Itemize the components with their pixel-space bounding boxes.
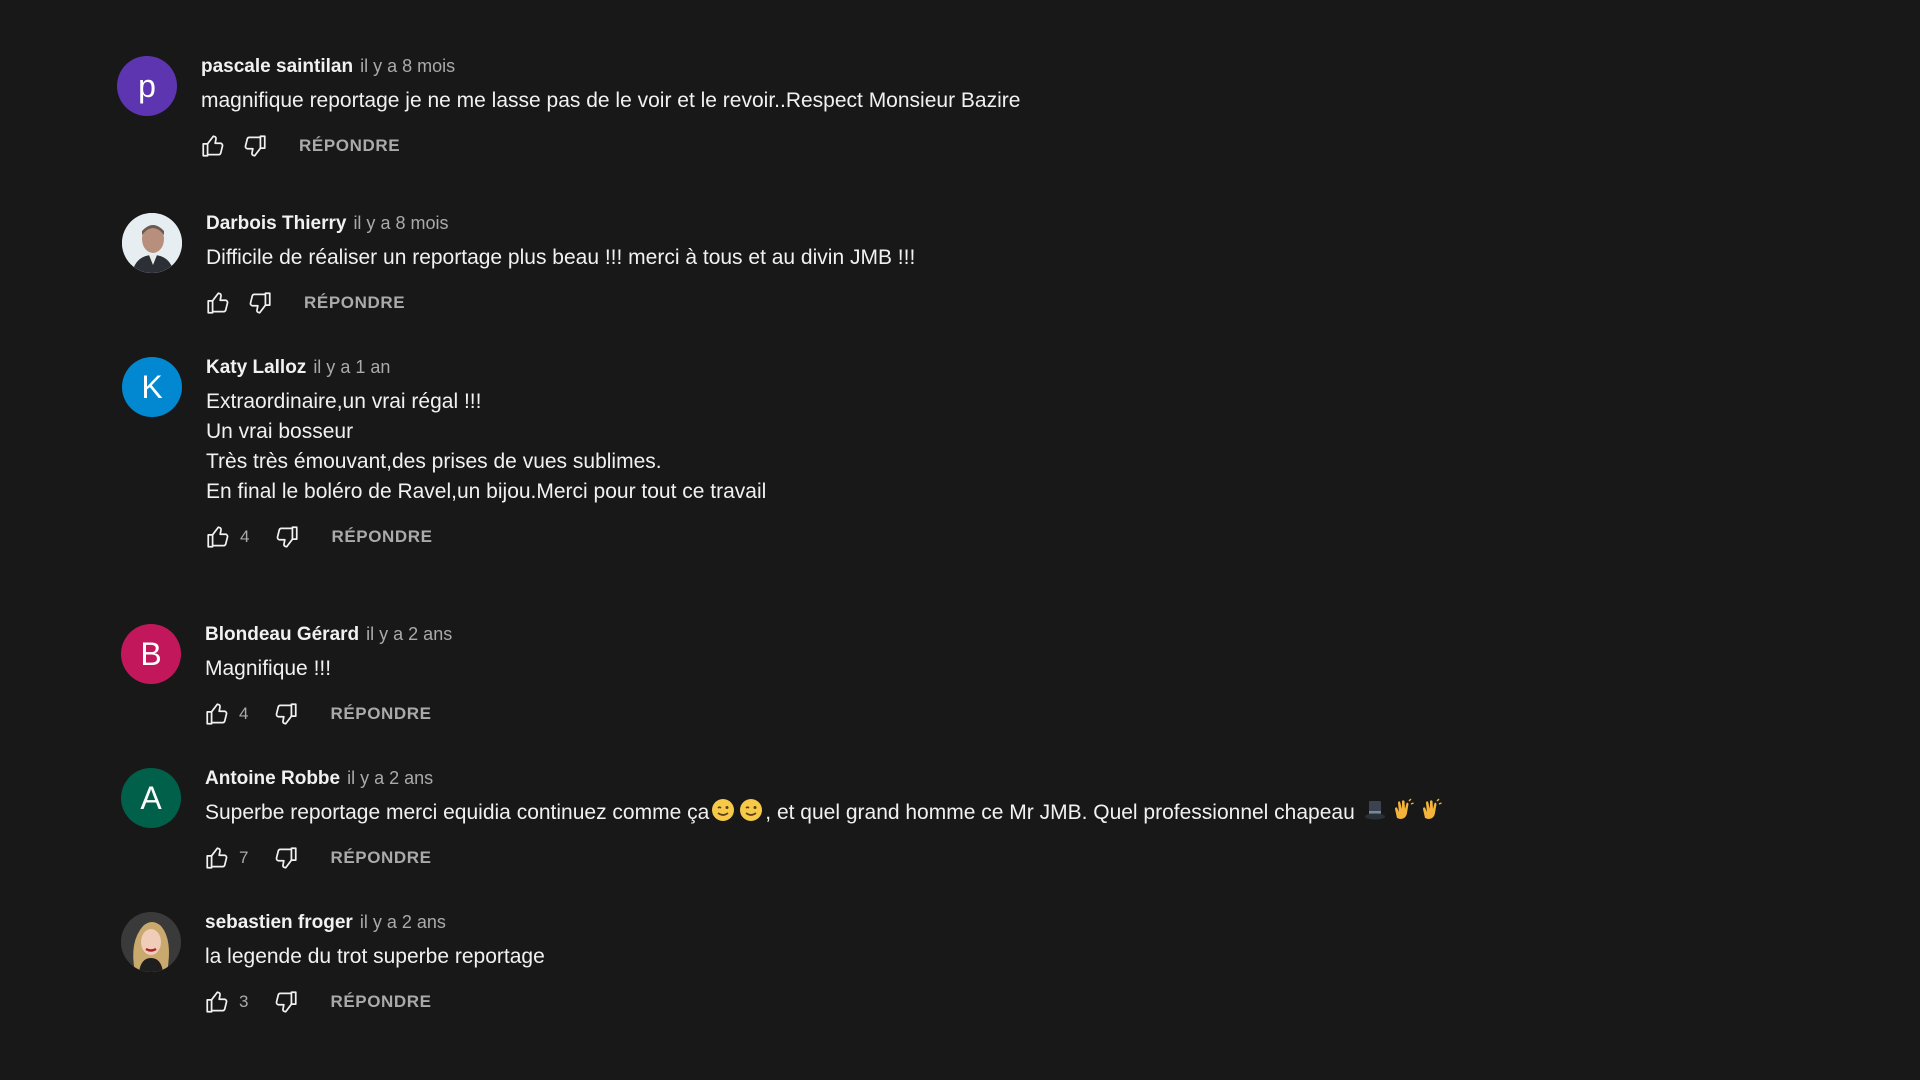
dislike-button[interactable] [268, 984, 304, 1020]
like-count: 3 [239, 992, 249, 1011]
thumb-up-icon [205, 290, 231, 316]
dislike-button[interactable] [268, 696, 304, 732]
like-button[interactable] [195, 128, 231, 164]
comment-text: la legende du trot superbe reportage [205, 945, 545, 968]
comment-author[interactable]: Katy Lalloz [206, 357, 306, 379]
comment-author[interactable]: Blondeau Gérard [205, 624, 359, 646]
profile-photo-icon [122, 213, 182, 273]
like-count: 7 [239, 848, 249, 867]
comment-author[interactable]: Antoine Robbe [205, 768, 340, 790]
comment-timestamp[interactable]: il y a 1 an [313, 357, 390, 378]
reply-button[interactable]: RÉPONDRE [304, 293, 405, 313]
thumb-down-icon [274, 524, 300, 550]
like-button[interactable] [199, 840, 235, 876]
reply-button[interactable]: RÉPONDRE [331, 527, 432, 547]
comment-text: Difficile de réaliser un reportage plus … [206, 246, 916, 269]
wink-emoji-icon [712, 799, 735, 821]
avatar[interactable]: A [121, 768, 181, 828]
dislike-button[interactable] [237, 128, 273, 164]
avatar-letter: B [140, 635, 162, 672]
avatar[interactable]: K [122, 357, 182, 417]
comment-text: Extraordinaire,un vrai régal !!! Un vrai… [206, 390, 767, 503]
comment-text-part: , et quel grand homme ce Mr JMB. Quel pr… [765, 801, 1355, 824]
comment-text: magnifique reportage je ne me lasse pas … [201, 89, 1021, 112]
avatar-letter: A [140, 779, 162, 816]
like-count: 4 [240, 527, 250, 546]
comment-author[interactable]: Darbois Thierry [206, 213, 346, 235]
dislike-button[interactable] [268, 840, 304, 876]
profile-photo-icon [121, 912, 181, 972]
thumb-down-icon [273, 845, 299, 871]
thumb-down-icon [242, 133, 268, 159]
thumb-down-icon [273, 989, 299, 1015]
thumb-down-icon [247, 290, 273, 316]
comment-text: Superbe reportage merci equidia continue… [205, 798, 1445, 828]
like-button[interactable] [200, 519, 236, 555]
avatar-letter: K [141, 368, 163, 405]
comment-timestamp[interactable]: il y a 8 mois [360, 56, 455, 77]
like-button[interactable] [199, 696, 235, 732]
top-hat-emoji-icon [1364, 801, 1385, 820]
comment-timestamp[interactable]: il y a 2 ans [366, 624, 452, 645]
comment-author[interactable]: pascale saintilan [201, 56, 353, 78]
comment-timestamp[interactable]: il y a 2 ans [347, 768, 433, 789]
avatar[interactable] [122, 213, 182, 273]
comment-text-part: Superbe reportage merci equidia continue… [205, 801, 710, 824]
thumb-up-icon [204, 989, 230, 1015]
comment-timestamp[interactable]: il y a 8 mois [353, 213, 448, 234]
like-count: 4 [239, 704, 249, 723]
thumb-up-icon [204, 845, 230, 871]
reply-button[interactable]: RÉPONDRE [330, 848, 431, 868]
thumb-down-icon [273, 701, 299, 727]
avatar[interactable]: B [121, 624, 181, 684]
reply-button[interactable]: RÉPONDRE [330, 704, 431, 724]
thumb-up-icon [200, 133, 226, 159]
comment-text: Magnifique !!! [205, 657, 332, 680]
wink-emoji-icon [740, 799, 763, 821]
avatar[interactable] [121, 912, 181, 972]
comment-author[interactable]: sebastien froger [205, 912, 353, 934]
reply-button[interactable]: RÉPONDRE [330, 992, 431, 1012]
avatar[interactable]: p [117, 56, 177, 116]
reply-button[interactable]: RÉPONDRE [299, 136, 400, 156]
dislike-button[interactable] [269, 519, 305, 555]
thumb-up-icon [205, 524, 231, 550]
comments-section: p pascale saintilan il y a 8 mois magnif… [0, 0, 1920, 1080]
like-button[interactable] [200, 285, 236, 321]
comment-timestamp[interactable]: il y a 2 ans [360, 912, 446, 933]
dislike-button[interactable] [242, 285, 278, 321]
thumb-up-icon [204, 701, 230, 727]
avatar-letter: p [138, 67, 156, 104]
like-button[interactable] [199, 984, 235, 1020]
clapping-hands-emoji-icon [1394, 798, 1414, 819]
clapping-hands-emoji-icon [1422, 798, 1442, 819]
